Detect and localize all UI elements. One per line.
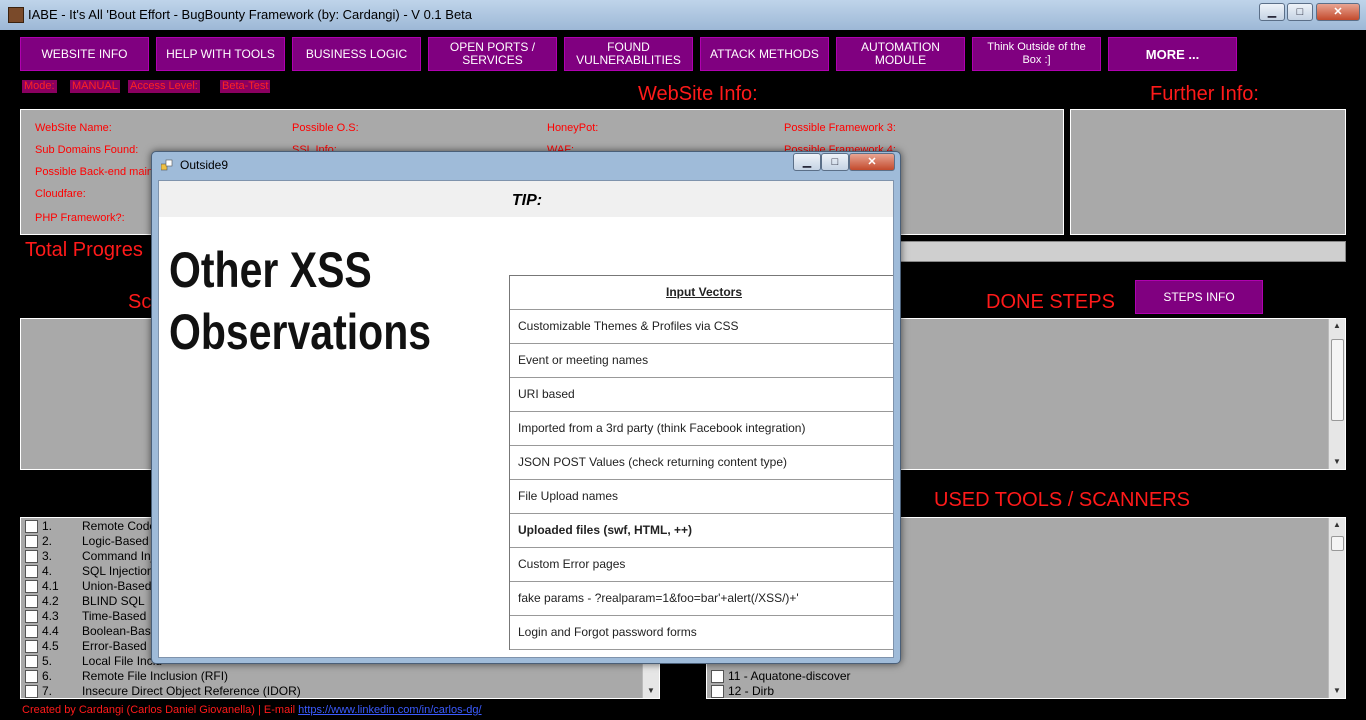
scope-heading: Sc [128,291,152,313]
tip-dialog: Outside9 ▁ □ ✕ TIP: Other XSS Observatio… [151,151,901,664]
dialog-title: Outside9 [180,158,229,172]
table-row: Customizable Themes & Profiles via CSS [510,310,893,344]
scroll-down-icon[interactable]: ▼ [1329,684,1345,698]
access-level-label: Access Level: [128,80,200,93]
mode-value: MANUAL [70,80,120,93]
total-progress-label: Total Progres [25,239,143,261]
checkbox[interactable] [25,550,38,563]
table-row: JSON POST Values (check returning conten… [510,446,893,480]
dialog-minimize-button[interactable]: ▁ [793,153,821,171]
table-header: Input Vectors [510,276,893,310]
field-website-name: WebSite Name: [35,122,112,134]
done-steps-scrollbar[interactable]: ▲ ▼ [1328,319,1345,469]
checkbox[interactable] [25,565,38,578]
nav-more[interactable]: MORE ... [1108,37,1237,71]
minimize-button[interactable]: ▁ [1259,3,1285,21]
window-icon [161,159,173,171]
nav-website-info[interactable]: WEBSITE INFO [20,37,149,71]
further-info-panel[interactable] [1070,109,1346,235]
table-row: Event or meeting names [510,344,893,378]
tip-header: TIP: [159,181,893,217]
maximize-button[interactable]: □ [1287,3,1313,21]
table-row: Uploaded files (swf, HTML, ++) [510,514,893,548]
tools-scrollbar[interactable]: ▲ ▼ [1328,518,1345,698]
scroll-up-icon[interactable]: ▲ [1329,319,1345,333]
mode-label: Mode: [22,80,57,93]
access-level-value: Beta-Test [220,80,271,93]
done-steps-heading: DONE STEPS [986,291,1115,313]
dialog-maximize-button[interactable]: □ [821,153,849,171]
field-cloudfare: Cloudfare: [35,188,86,200]
nav-help-with-tools[interactable]: HELP WITH TOOLS [156,37,285,71]
nav-automation-module[interactable]: AUTOMATION MODULE [836,37,965,71]
steps-info-button[interactable]: STEPS INFO [1135,280,1263,314]
table-row: Login and Forgot password forms [510,616,893,650]
website-info-heading: WebSite Info: [638,83,758,105]
nav-think-outside[interactable]: Think Outside of the Box :] [972,37,1101,71]
total-progress-bar [900,241,1346,262]
field-sub-domains: Sub Domains Found: [35,144,139,156]
used-tools-heading: USED TOOLS / SCANNERS [934,489,1190,511]
checkbox[interactable] [25,520,38,533]
checkbox[interactable] [25,670,38,683]
table-row: URI based [510,378,893,412]
field-backend: Possible Back-end main- [35,166,157,178]
scroll-thumb[interactable] [1331,339,1344,421]
checkbox[interactable] [711,670,724,683]
further-info-heading: Further Info: [1150,83,1259,105]
table-row: Imported from a 3rd party (think Faceboo… [510,412,893,446]
checkbox[interactable] [25,580,38,593]
scroll-down-icon[interactable]: ▼ [643,684,659,698]
nav-open-ports[interactable]: OPEN PORTS / SERVICES [428,37,557,71]
checkbox[interactable] [711,685,724,698]
field-honeypot: HoneyPot: [547,122,599,134]
table-row: File Upload names [510,480,893,514]
done-steps-list[interactable]: ▲ ▼ [890,318,1346,470]
dialog-content: TIP: Other XSS Observations Input Vector… [158,180,894,658]
nav-found-vulnerabilities[interactable]: FOUND VULNERABILITIES [564,37,693,71]
app-icon [8,7,24,23]
nav-business-logic[interactable]: BUSINESS LOGIC [292,37,421,71]
window-titlebar: IABE - It's All 'Bout Effort - BugBounty… [0,0,1366,30]
field-possible-os: Possible O.S: [292,122,359,134]
scroll-thumb[interactable] [1331,536,1344,551]
scroll-up-icon[interactable]: ▲ [1329,518,1345,532]
field-php-framework: PHP Framework?: [35,212,125,224]
table-row: fake params - ?realparam=1&foo=bar'+aler… [510,582,893,616]
checkbox[interactable] [25,655,38,668]
nav-attack-methods[interactable]: ATTACK METHODS [700,37,829,71]
checkbox[interactable] [25,625,38,638]
dialog-close-button[interactable]: ✕ [849,153,895,171]
checkbox[interactable] [25,595,38,608]
linkedin-link[interactable]: https://www.linkedin.com/in/carlos-dg/ [298,704,481,716]
tip-heading-line1: Other XSS [169,242,372,298]
tip-heading-line2: Observations [169,304,432,360]
window-title: IABE - It's All 'Bout Effort - BugBounty… [28,7,473,22]
checkbox[interactable] [25,685,38,698]
input-vectors-table: Input Vectors Customizable Themes & Prof… [509,275,893,650]
table-row: Custom Error pages [510,548,893,582]
tip-label: TIP: [511,192,543,209]
footer-credits: Created by Cardangi (Carlos Daniel Giova… [22,704,482,716]
checkbox[interactable] [25,640,38,653]
close-button[interactable]: ✕ [1316,3,1360,21]
tip-heading: Other XSS Observations [169,239,431,363]
field-framework-3: Possible Framework 3: [784,122,896,134]
checkbox[interactable] [25,535,38,548]
checkbox[interactable] [25,610,38,623]
scroll-down-icon[interactable]: ▼ [1329,455,1345,469]
scope-textbox[interactable] [20,318,160,470]
